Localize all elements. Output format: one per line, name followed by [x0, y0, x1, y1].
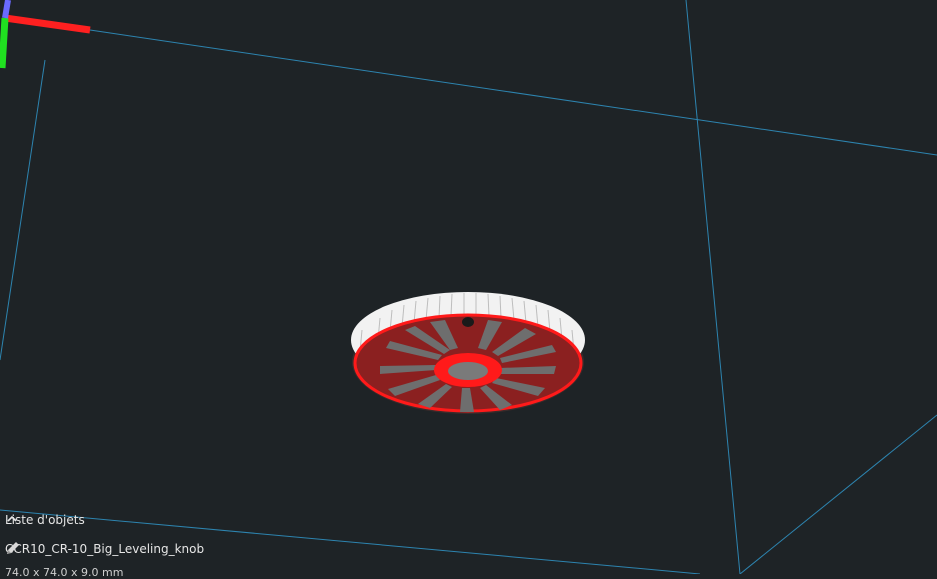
axis-gizmo [0, 0, 91, 69]
grid-line [89, 29, 937, 156]
object-list-panel: Liste d'objets CCR10_CR-10_Big_Leveling_… [0, 508, 260, 579]
grid-line [685, 0, 741, 574]
scene-canvas[interactable] [0, 0, 937, 574]
object-name: CCR10_CR-10_Big_Leveling_knob [5, 542, 205, 556]
x-axis [4, 14, 91, 34]
leveling-knob-model[interactable] [351, 292, 585, 414]
3d-viewport[interactable]: Liste d'objets CCR10_CR-10_Big_Leveling_… [0, 0, 937, 579]
object-list-header[interactable]: Liste d'objets [5, 512, 85, 528]
object-list-item[interactable]: CCR10_CR-10_Big_Leveling_knob [5, 540, 204, 558]
grid-line [739, 414, 937, 574]
model-hub-hole [448, 362, 488, 380]
z-axis [2, 0, 11, 19]
model-top-hole [462, 317, 474, 327]
y-axis [0, 17, 9, 69]
chevron-up-icon[interactable] [5, 512, 19, 526]
object-dimensions: 74.0 x 74.0 x 9.0 mm [5, 566, 124, 579]
grid-line [0, 59, 46, 361]
pencil-icon[interactable] [5, 540, 21, 556]
build-plate-grid [0, 0, 937, 574]
